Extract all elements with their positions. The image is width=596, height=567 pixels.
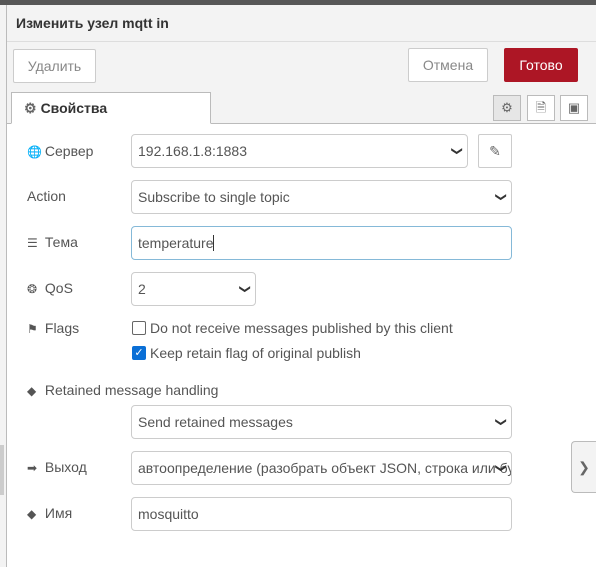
server-select[interactable]: 192.168.1.8:1883 ❮ bbox=[131, 134, 468, 168]
tasks-icon: ☰ bbox=[27, 236, 38, 250]
gear-icon: ⚙ bbox=[24, 100, 37, 116]
qos-label: ❂ QoS bbox=[27, 280, 73, 296]
keep-retain-label: Keep retain flag of original publish bbox=[150, 345, 361, 361]
name-label: ◆ Имя bbox=[27, 505, 72, 521]
chevron-down-icon: ❮ bbox=[494, 192, 507, 202]
no-local-label: Do not receive messages published by thi… bbox=[150, 320, 453, 336]
chevron-down-icon: ❮ bbox=[238, 284, 251, 294]
qos-select[interactable]: 2 ❮ bbox=[131, 272, 256, 306]
layout-icon: ▣ bbox=[567, 100, 581, 115]
chevron-down-icon: ❮ bbox=[494, 463, 507, 473]
tag-icon: ◆ bbox=[27, 507, 37, 521]
tray-header: Изменить узел mqtt in bbox=[7, 5, 596, 42]
topic-label-text: Тема bbox=[44, 234, 78, 250]
server-label-text: Сервер bbox=[44, 143, 94, 159]
tab-properties[interactable]: ⚙ Свойства bbox=[11, 92, 211, 124]
retain-handling-value: Send retained messages bbox=[138, 414, 293, 430]
gear-icon: ⚙ bbox=[501, 100, 513, 115]
text-caret bbox=[213, 235, 215, 251]
name-value: mosquitto bbox=[138, 506, 199, 522]
flag-icon: ⚑ bbox=[27, 322, 38, 336]
output-label: ➡ Выход bbox=[27, 459, 87, 475]
description-button[interactable]: 🗎 bbox=[527, 95, 555, 121]
edit-tray: Изменить узел mqtt in Удалить Отмена Гот… bbox=[6, 5, 596, 567]
topic-value: temperature bbox=[138, 235, 214, 251]
properties-gear-button[interactable]: ⚙ bbox=[493, 95, 521, 121]
chevron-down-icon: ❮ bbox=[494, 417, 507, 427]
tray-toolbar: Удалить Отмена Готово bbox=[7, 42, 596, 92]
done-button[interactable]: Готово bbox=[504, 48, 578, 82]
workspace-scroll-edge bbox=[0, 445, 4, 495]
life-ring-icon: ❂ bbox=[27, 282, 38, 296]
flags-label: ⚑ Flags bbox=[27, 320, 79, 336]
check-icon: ✓ bbox=[134, 347, 144, 359]
topic-label: ☰ Тема bbox=[27, 234, 78, 250]
output-select[interactable]: автоопределение (разобрать объект JSON, … bbox=[131, 451, 512, 485]
flags-label-text: Flags bbox=[44, 320, 80, 336]
keep-retain-checkbox[interactable]: ✓ bbox=[132, 346, 146, 360]
tab-properties-label: Свойства bbox=[40, 100, 108, 116]
retain-handling-select[interactable]: Send retained messages ❮ bbox=[131, 405, 512, 439]
delete-button[interactable]: Удалить bbox=[13, 49, 96, 83]
tray-title: Изменить узел mqtt in bbox=[16, 15, 169, 31]
qos-label-text: QoS bbox=[44, 280, 73, 296]
sign-out-icon: ➡ bbox=[27, 461, 38, 475]
name-label-text: Имя bbox=[44, 505, 73, 521]
tab-bar: ⚙ Свойства ⚙ 🗎 ▣ bbox=[7, 92, 596, 124]
tag-icon: ◆ bbox=[27, 384, 37, 398]
topic-input[interactable]: temperature bbox=[131, 226, 512, 260]
sidebar-toggle-handle[interactable]: ❯ bbox=[571, 441, 596, 493]
server-value: 192.168.1.8:1883 bbox=[138, 143, 247, 159]
globe-icon: 🌐 bbox=[27, 145, 42, 159]
chevron-right-icon: ❯ bbox=[578, 459, 590, 475]
output-label-text: Выход bbox=[44, 459, 87, 475]
retain-handling-label: ◆ Retained message handling bbox=[27, 382, 218, 398]
action-label: Action bbox=[27, 188, 66, 204]
pencil-icon: ✎ bbox=[489, 143, 501, 159]
appearance-button[interactable]: ▣ bbox=[560, 95, 588, 121]
retain-handling-label-text: Retained message handling bbox=[44, 382, 219, 398]
no-local-checkbox[interactable] bbox=[132, 321, 146, 335]
name-input[interactable]: mosquitto bbox=[131, 497, 512, 531]
action-value: Subscribe to single topic bbox=[138, 189, 290, 205]
action-select[interactable]: Subscribe to single topic ❮ bbox=[131, 180, 512, 214]
cancel-button[interactable]: Отмена bbox=[408, 48, 488, 82]
document-icon: 🗎 bbox=[535, 100, 547, 115]
server-label: 🌐 Сервер bbox=[27, 143, 93, 159]
output-value: автоопределение (разобрать объект JSON, … bbox=[138, 460, 511, 476]
edit-server-button[interactable]: ✎ bbox=[478, 134, 512, 168]
chevron-down-icon: ❮ bbox=[450, 146, 463, 156]
